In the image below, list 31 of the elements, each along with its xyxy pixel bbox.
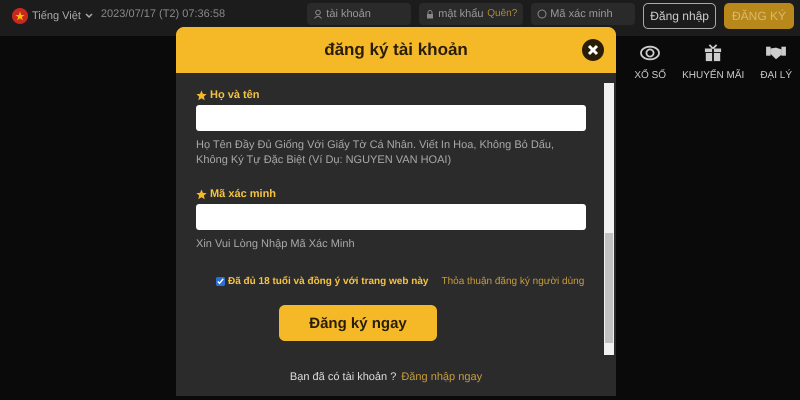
input-field[interactable] bbox=[196, 204, 586, 230]
account-question: Bạn đã có tài khoản ? bbox=[290, 371, 396, 383]
field-hint: Họ Tên Đầy Đủ Giống Với Giấy Tờ Cá Nhân. Viết In Hoa, Không Bỏ Dấu, Không Ký Tự Đặc Biệt (Ví Dụ: NGUYEN VAN HOAI) bbox=[196, 138, 556, 168]
field-label: Mã xác minh bbox=[210, 188, 276, 200]
user-icon bbox=[313, 9, 324, 19]
agree-label: Đã đủ 18 tuổi và đồng ý với trang web này bbox=[228, 276, 428, 287]
forgot-link[interactable]: Quên? bbox=[487, 8, 518, 19]
register-now-button[interactable]: Đăng ký ngay bbox=[279, 305, 437, 341]
flag-icon bbox=[12, 8, 28, 24]
caret-icon[interactable] bbox=[84, 13, 93, 19]
field-label: Họ và tên bbox=[210, 89, 260, 101]
star-icon bbox=[196, 90, 207, 100]
handshake-icon bbox=[765, 44, 788, 62]
user-field[interactable]: tài khoản bbox=[307, 3, 412, 25]
nav-item[interactable]: XỔ SỐ bbox=[634, 44, 666, 81]
dialog-title: đăng ký tài khoản bbox=[324, 40, 468, 60]
scrollbar[interactable] bbox=[604, 83, 614, 355]
field-hint: Xin Vui Lòng Nhập Mã Xác Minh bbox=[196, 237, 356, 252]
language-selector[interactable]: Tiếng Việt bbox=[32, 10, 81, 22]
terms-link[interactable]: Thỏa thuận đăng ký người dùng bbox=[441, 276, 584, 287]
agree-checkbox[interactable] bbox=[216, 277, 225, 286]
nav-item[interactable]: KHUYẾN MÃI bbox=[682, 44, 744, 81]
captcha-field[interactable]: Mã xác minh bbox=[531, 3, 636, 25]
lock-icon bbox=[425, 9, 436, 19]
date-time: 2023/07/17 (T2) 07:36:58 bbox=[100, 8, 226, 20]
input-field[interactable] bbox=[196, 105, 586, 131]
nav-item[interactable]: ĐẠI LÝ bbox=[760, 44, 792, 81]
star-icon bbox=[196, 188, 207, 200]
login-button[interactable]: Đăng nhập bbox=[643, 3, 716, 29]
login-now-link[interactable]: Đăng nhập ngay bbox=[401, 371, 482, 383]
close-icon[interactable] bbox=[582, 39, 604, 61]
